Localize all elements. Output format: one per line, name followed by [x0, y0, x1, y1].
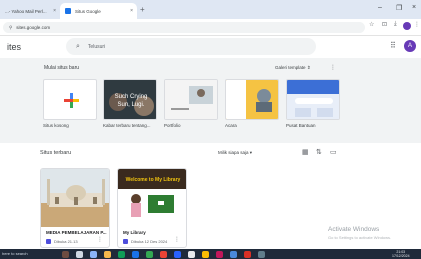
sites-icon	[123, 239, 128, 244]
site-card-my-library[interactable]: Welcome to My Library My Library Dibuka …	[117, 168, 187, 248]
portfolio-template-thumbnail	[165, 80, 217, 119]
taskbar-search[interactable]: here to search	[2, 251, 28, 256]
owner-filter-label: Milik siapa saja	[218, 150, 249, 155]
template-news[interactable]: Such Crying Sun, Lugi.	[103, 79, 157, 120]
new-tab-button[interactable]: +	[140, 5, 145, 14]
site-title: My Library	[123, 230, 146, 235]
taskbar-app-icon[interactable]	[118, 251, 125, 258]
news-template-thumbnail: Such Crying Sun, Lugi.	[104, 80, 156, 119]
activate-windows-subtitle: Go to Settings to activate Windows.	[328, 235, 392, 240]
template-help-center[interactable]	[286, 79, 340, 120]
tab-label: ...- Yahoo Mail Perl...	[5, 8, 47, 14]
site-info-icon[interactable]: ⚲	[9, 25, 12, 31]
taskbar-app-icon[interactable]	[146, 251, 153, 258]
address-bar[interactable]: ⚲ sites.google.com	[3, 22, 365, 33]
mosque-thumbnail	[41, 169, 109, 227]
bookmark-star-icon[interactable]: ☆	[369, 21, 374, 28]
app-title: ites	[7, 42, 22, 52]
template-label: Kabar terbaru tentang...	[103, 123, 151, 128]
site-more-icon[interactable]: ⋮	[97, 236, 103, 243]
template-gallery-label: Galeri template	[275, 65, 306, 70]
browser-toolbar: ⚲ sites.google.com	[0, 19, 421, 36]
taskbar-app-icon[interactable]	[62, 251, 69, 258]
site-meta: Dibuka 21.13	[46, 239, 78, 244]
recent-sites-heading: Situs terbaru	[40, 150, 72, 156]
owner-filter-dropdown[interactable]: Milik siapa saja ▾	[218, 150, 252, 156]
template-blank[interactable]	[43, 79, 97, 120]
help-center-template-thumbnail	[287, 80, 339, 119]
close-tab-icon[interactable]: ×	[130, 8, 133, 14]
library-banner-text: Welcome to My Library	[126, 177, 181, 183]
event-template-thumbnail	[226, 80, 278, 119]
site-card-media-pembelajaran[interactable]: MEDIA PEMBELAJARAN P... Dibuka 21.13 ⋮	[40, 168, 110, 248]
close-window-icon[interactable]: ×	[412, 4, 416, 11]
template-label: Situs kosong	[43, 123, 69, 128]
template-label: Acara	[225, 123, 237, 128]
minimize-icon[interactable]: –	[378, 4, 382, 11]
template-event[interactable]	[225, 79, 279, 120]
account-avatar[interactable]: A	[404, 40, 416, 52]
taskbar-app-icon[interactable]	[258, 251, 265, 258]
site-more-icon[interactable]: ⋮	[174, 236, 180, 243]
template-label: Portfolio	[164, 123, 181, 128]
profile-avatar-icon[interactable]	[403, 22, 411, 30]
tab-yahoo-mail[interactable]: ...- Yahoo Mail Perl... ×	[0, 3, 60, 19]
site-opened-text: Dibuka 12 Des 2024	[131, 239, 168, 244]
plus-icon	[64, 93, 79, 108]
site-opened-text: Dibuka 21.13	[54, 239, 78, 244]
taskbar-app-icon[interactable]	[188, 251, 195, 258]
svg-text:Such Crying: Such Crying	[115, 94, 148, 100]
site-title: MEDIA PEMBELAJARAN P...	[46, 230, 107, 235]
downloads-icon[interactable]: ⤓	[394, 21, 397, 28]
sites-icon	[46, 239, 51, 244]
tab-situs-google[interactable]: Situs Google ×	[60, 3, 137, 19]
taskbar-clock[interactable]: 21:03 17/12/2024	[392, 250, 410, 258]
site-meta: Dibuka 12 Des 2024	[123, 239, 167, 244]
search-placeholder: Telusuri	[87, 43, 106, 50]
clock-date: 17/12/2024	[392, 254, 410, 258]
tab-label: Situs Google	[75, 8, 101, 14]
file-explorer-icon[interactable]	[104, 251, 111, 258]
sort-az-icon[interactable]: ⇅	[316, 148, 322, 156]
google-apps-icon[interactable]: ⠿	[390, 41, 396, 50]
new-site-heading: Mulai situs baru	[44, 65, 80, 71]
taskbar-app-icon[interactable]	[244, 251, 251, 258]
taskbar-app-icon[interactable]	[132, 251, 139, 258]
google-sites-favicon-icon	[65, 8, 71, 14]
template-portfolio[interactable]	[164, 79, 218, 120]
menu-kebab-icon[interactable]: ⋮	[414, 21, 420, 28]
taskbar-app-icon[interactable]	[174, 251, 181, 258]
search-icon: ⌕	[76, 42, 80, 50]
taskbar-app-icon[interactable]	[90, 251, 97, 258]
grid-view-icon[interactable]: ▦	[302, 148, 309, 156]
template-gallery-button[interactable]: Galeri template ⇕	[275, 65, 311, 71]
library-thumbnail: Welcome to My Library	[118, 169, 186, 227]
folder-icon[interactable]: ▭	[330, 148, 337, 156]
chrome-icon[interactable]	[202, 251, 209, 258]
search-input[interactable]: ⌕ Telusuri	[66, 38, 316, 55]
svg-text:Sun, Lugi.: Sun, Lugi.	[117, 102, 144, 108]
extensions-icon[interactable]: ⊡	[382, 21, 387, 28]
template-label: Pusat Bantuan	[286, 123, 316, 128]
maximize-icon[interactable]: ❐	[396, 4, 402, 12]
taskbar-app-icon[interactable]	[216, 251, 223, 258]
taskbar-app-icon[interactable]	[160, 251, 167, 258]
taskbar-app-icon[interactable]	[76, 251, 83, 258]
more-options-icon[interactable]: ⋮	[330, 64, 336, 71]
taskbar-app-icon[interactable]	[230, 251, 237, 258]
activate-windows-title: Activate Windows	[328, 226, 380, 233]
url-text: sites.google.com	[16, 25, 51, 30]
browser-tab-strip: ...- Yahoo Mail Perl... × Situs Google ×…	[0, 0, 421, 19]
close-tab-icon[interactable]: ×	[53, 8, 56, 14]
